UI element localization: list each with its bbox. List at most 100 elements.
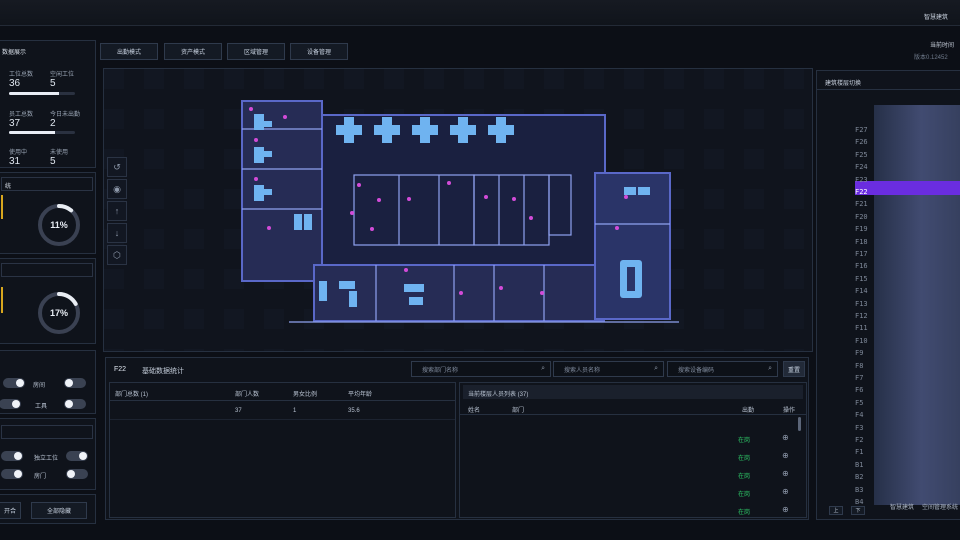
stat-label: 未使用 xyxy=(50,150,69,156)
floor-item[interactable]: F1 xyxy=(855,448,863,456)
stat-label: 空闲工位 xyxy=(50,72,75,78)
floor-item[interactable]: F23 xyxy=(855,176,868,184)
stat-free-seats: 空闲工位 5 xyxy=(50,69,74,89)
stat-value: 2 xyxy=(50,118,56,129)
table-row[interactable]: 在岗 ⊕ xyxy=(460,467,802,485)
floor-item[interactable]: F20 xyxy=(855,213,868,221)
layer-toggles-panel: 房间 工具 xyxy=(0,350,96,414)
toggle-switch[interactable] xyxy=(1,451,23,461)
arrow-down-icon[interactable]: ↓ xyxy=(107,223,127,243)
toggle-switch[interactable] xyxy=(66,451,88,461)
locate-icon[interactable]: ⊕ xyxy=(782,469,789,478)
floor-item[interactable]: F3 xyxy=(855,424,863,432)
area-manage-button[interactable]: 区域管理 xyxy=(227,43,285,60)
search-icon[interactable]: ⌕ xyxy=(654,365,658,373)
dept-table-header: 部门总数 (1) 部门人数 男女比例 平均年龄 xyxy=(110,383,455,401)
dept-search-input[interactable]: 搜索部门名称 ⌕ xyxy=(411,361,551,377)
floor-item[interactable]: F15 xyxy=(855,275,868,283)
selected-floor-slab[interactable] xyxy=(874,181,960,195)
toggle-switch[interactable] xyxy=(66,469,88,479)
status-badge: 在岗 xyxy=(738,438,751,444)
floor-item[interactable]: F25 xyxy=(855,151,868,159)
attendance-mode-button[interactable]: 出勤模式 xyxy=(100,43,158,60)
reset-button[interactable]: 重置 xyxy=(783,361,805,377)
floor-up-button[interactable]: 上 xyxy=(829,506,843,515)
person-search-input[interactable]: 搜索人员名称 ⌕ xyxy=(553,361,664,377)
cube-icon[interactable]: ⬡ xyxy=(107,245,127,265)
locate-icon[interactable]: ⊕ xyxy=(782,433,789,442)
search-icon[interactable]: ⌕ xyxy=(541,365,545,373)
floor-item[interactable]: F4 xyxy=(855,411,863,419)
table-row[interactable]: 在岗 ⊕ xyxy=(460,449,802,467)
arrow-up-icon[interactable]: ↑ xyxy=(107,201,127,221)
rotate-icon[interactable]: ↺ xyxy=(107,157,127,177)
floor-item[interactable]: F19 xyxy=(855,225,868,233)
table-row[interactable]: 在岗 ⊕ xyxy=(460,431,802,449)
floor-item[interactable]: B1 xyxy=(855,461,863,469)
scrollbar-thumb[interactable] xyxy=(798,417,801,431)
accent-bar xyxy=(1,195,3,219)
seat-toggles-panel: 独立工位 房门 xyxy=(0,418,96,490)
floor-item[interactable]: F24 xyxy=(855,163,868,171)
top-bar-title: 智慧建筑 xyxy=(924,15,949,21)
stat-total-seats: 工位总数 36 xyxy=(9,69,33,89)
floor-item[interactable]: F17 xyxy=(855,250,868,258)
floor-item[interactable]: F6 xyxy=(855,386,863,394)
stat-value: 5 xyxy=(50,156,56,167)
col-avg-age: 平均年龄 xyxy=(348,392,373,398)
toggle-switch[interactable] xyxy=(3,378,25,388)
floor-item[interactable]: B3 xyxy=(855,486,863,494)
cell-people: 37 xyxy=(235,408,242,414)
seat-toggles-header xyxy=(1,425,93,439)
floor-down-button[interactable]: 下 xyxy=(851,506,865,515)
device-manage-button[interactable]: 设备管理 xyxy=(290,43,348,60)
col-name: 姓名 xyxy=(468,408,481,414)
floor-plan-map[interactable] xyxy=(104,69,813,352)
floor-item[interactable]: F18 xyxy=(855,238,868,246)
floor-item[interactable]: F14 xyxy=(855,287,868,295)
stat-label: 今日未出勤 xyxy=(50,112,81,118)
floor-item[interactable]: F12 xyxy=(855,312,868,320)
floor-item[interactable]: F21 xyxy=(855,200,868,208)
table-row[interactable]: 在岗 ⊕ xyxy=(460,485,802,503)
toggle-switch[interactable] xyxy=(1,469,23,479)
hide-all-button[interactable]: 全部隐藏 xyxy=(31,502,87,519)
cell-age: 35.6 xyxy=(348,408,360,414)
floor-item[interactable]: B4 xyxy=(855,498,863,506)
locate-icon[interactable]: ⊕ xyxy=(782,451,789,460)
floor-item[interactable]: F16 xyxy=(855,262,868,270)
floor-item[interactable]: F11 xyxy=(855,324,868,332)
floor-item[interactable]: F7 xyxy=(855,374,863,382)
table-row[interactable]: 37 1 35.6 xyxy=(110,402,455,420)
floor-item[interactable]: F2 xyxy=(855,436,863,444)
toggle-label-tool: 工具 xyxy=(35,404,48,410)
search-icon[interactable]: ⌕ xyxy=(768,365,772,373)
asset-mode-button[interactable]: 资产模式 xyxy=(164,43,222,60)
floor-item[interactable]: F13 xyxy=(855,300,868,308)
floor-item[interactable]: F10 xyxy=(855,337,868,345)
col-action: 操作 xyxy=(783,408,796,414)
table-row[interactable]: 在岗 ⊕ xyxy=(460,503,802,521)
locate-icon[interactable]: ⊕ xyxy=(782,505,789,514)
eye-icon[interactable]: ◉ xyxy=(107,179,127,199)
open-close-button[interactable]: 开合 xyxy=(0,502,21,519)
floor-item[interactable]: F22 xyxy=(855,188,868,196)
locate-icon[interactable]: ⊕ xyxy=(782,487,789,496)
stat-unused: 未使用 5 xyxy=(50,147,68,167)
floor-item[interactable]: F9 xyxy=(855,349,863,357)
dept-table: 部门总数 (1) 部门人数 男女比例 平均年龄 37 1 35.6 xyxy=(109,382,456,518)
floor-item[interactable]: F5 xyxy=(855,399,863,407)
device-search-input[interactable]: 搜索设备编码 ⌕ xyxy=(667,361,778,377)
floor-item[interactable]: F26 xyxy=(855,138,868,146)
toggle-switch[interactable] xyxy=(64,399,86,409)
floor-plan-viewport[interactable]: ↺ ◉ ↑ ↓ ⬡ xyxy=(103,68,813,352)
stat-value: 37 xyxy=(9,118,21,129)
toggle-switch[interactable] xyxy=(0,399,21,409)
floor-item[interactable]: B2 xyxy=(855,473,863,481)
floor-item[interactable]: F8 xyxy=(855,362,863,370)
floor-item[interactable]: F27 xyxy=(855,126,868,134)
toggle-label-door: 房门 xyxy=(34,474,47,480)
toggle-label-desk: 独立工位 xyxy=(34,456,59,462)
toggle-switch[interactable] xyxy=(64,378,86,388)
stat-value: 31 xyxy=(9,156,21,167)
